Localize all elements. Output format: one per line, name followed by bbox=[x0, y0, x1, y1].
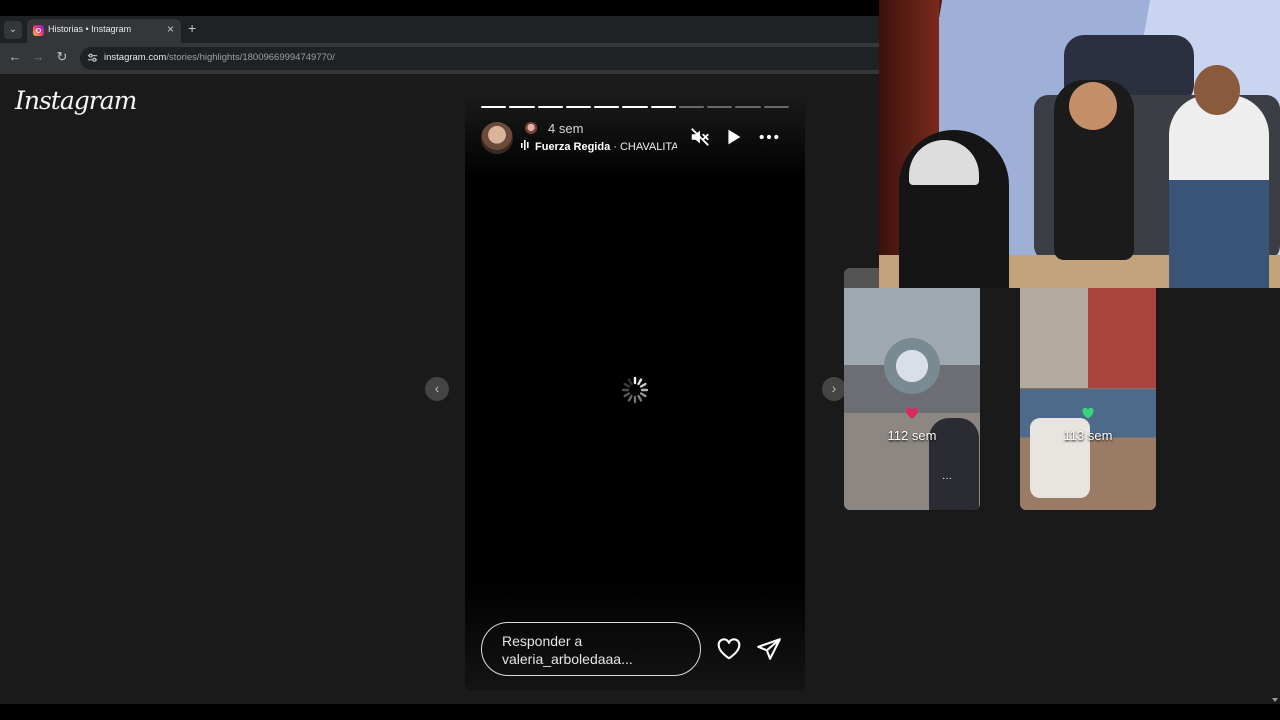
reload-icon[interactable]: ↻ bbox=[53, 49, 71, 65]
next-story-button[interactable]: › bbox=[822, 377, 846, 401]
reply-input[interactable]: Responder a valeria_arboledaaa... bbox=[481, 622, 701, 676]
progress-segment bbox=[481, 106, 507, 108]
more-options-icon[interactable] bbox=[758, 126, 780, 148]
preview-2-time: 113 sem bbox=[1063, 428, 1113, 443]
progress-segment bbox=[707, 106, 733, 108]
music-attribution[interactable]: Fuerza Regida · CHAVALITA bbox=[521, 140, 677, 156]
previous-story-button[interactable]: ‹ bbox=[425, 377, 449, 401]
music-artist: Fuerza Regida bbox=[535, 141, 611, 153]
reply-placeholder-line2: valeria_arboledaaa... bbox=[502, 651, 633, 667]
new-tab-button[interactable]: + bbox=[188, 20, 196, 36]
progress-segment bbox=[537, 106, 563, 108]
play-icon[interactable] bbox=[722, 126, 744, 148]
story-time: 4 sem bbox=[548, 121, 584, 136]
story-top-gradient bbox=[465, 90, 805, 180]
preview-story-1[interactable]: 112 sem ··· bbox=[844, 268, 980, 510]
story-viewer[interactable]: 4 sem Fuerza Regida · CHAVALITA Responde… bbox=[465, 90, 805, 690]
progress-segment bbox=[622, 106, 648, 108]
scrollbar[interactable] bbox=[1270, 288, 1280, 704]
like-heart-icon[interactable] bbox=[716, 636, 742, 662]
progress-segment bbox=[509, 106, 535, 108]
bottom-black-bar bbox=[0, 704, 1280, 720]
progress-segment bbox=[650, 106, 676, 108]
progress-segment bbox=[735, 106, 761, 108]
instagram-logo[interactable]: Instagram bbox=[15, 86, 137, 115]
tab-instagram[interactable]: Historias • Instagram × bbox=[27, 19, 181, 43]
tab-close-icon[interactable]: × bbox=[167, 22, 174, 36]
music-title: · CHAVALITA bbox=[610, 141, 677, 153]
highlight-avatar bbox=[525, 122, 537, 134]
reply-placeholder-line1: Responder a bbox=[502, 633, 583, 649]
progress-segment bbox=[565, 106, 592, 108]
progress-segment bbox=[763, 106, 789, 108]
webcam-person-right-jeans bbox=[1169, 180, 1269, 288]
progress-segment bbox=[594, 106, 620, 108]
back-arrow-icon[interactable]: ← bbox=[6, 49, 24, 64]
tab-title: Historias • Instagram bbox=[48, 24, 132, 34]
tab-search-button[interactable]: ⌄ bbox=[4, 21, 22, 39]
webcam-person-center-face bbox=[1069, 82, 1117, 130]
webcam-person-right-face bbox=[1194, 65, 1240, 115]
site-settings-icon[interactable] bbox=[87, 52, 98, 63]
preview-1-time: 112 sem bbox=[887, 428, 937, 443]
preview-2-photo-2 bbox=[1088, 288, 1156, 388]
url-path: /stories/highlights/18009669994749770/ bbox=[166, 52, 335, 63]
preview-2-photo-1 bbox=[1020, 288, 1088, 388]
url-text: instagram.com/stories/highlights/1800966… bbox=[104, 52, 335, 63]
preview-1-dots: ··· bbox=[942, 473, 952, 484]
scroll-down-arrow-icon[interactable] bbox=[1272, 698, 1278, 702]
url-field[interactable]: instagram.com/stories/highlights/1800966… bbox=[80, 47, 880, 70]
url-host: instagram.com bbox=[104, 52, 167, 63]
forward-arrow-icon[interactable]: → bbox=[29, 49, 47, 64]
address-bar: ← → ↻ instagram.com/stories/highlights/1… bbox=[0, 43, 880, 74]
author-avatar[interactable] bbox=[481, 122, 513, 154]
instagram-favicon-icon bbox=[33, 25, 44, 36]
preview-story-2[interactable]: 113 sem bbox=[1020, 268, 1156, 510]
loading-spinner-icon bbox=[621, 376, 649, 404]
share-send-icon[interactable] bbox=[756, 636, 782, 662]
muted-speaker-icon[interactable] bbox=[689, 126, 711, 148]
story-progress-bar bbox=[481, 106, 789, 108]
audio-bars-icon bbox=[521, 140, 531, 153]
preview-2-heart-icon bbox=[1020, 407, 1156, 422]
webcam-overlay bbox=[879, 0, 1280, 288]
progress-segment bbox=[678, 106, 705, 108]
preview-1-heart-icon bbox=[844, 407, 980, 422]
tab-strip: ⌄ Historias • Instagram × + bbox=[0, 16, 880, 43]
preview-1-photo bbox=[884, 338, 940, 394]
